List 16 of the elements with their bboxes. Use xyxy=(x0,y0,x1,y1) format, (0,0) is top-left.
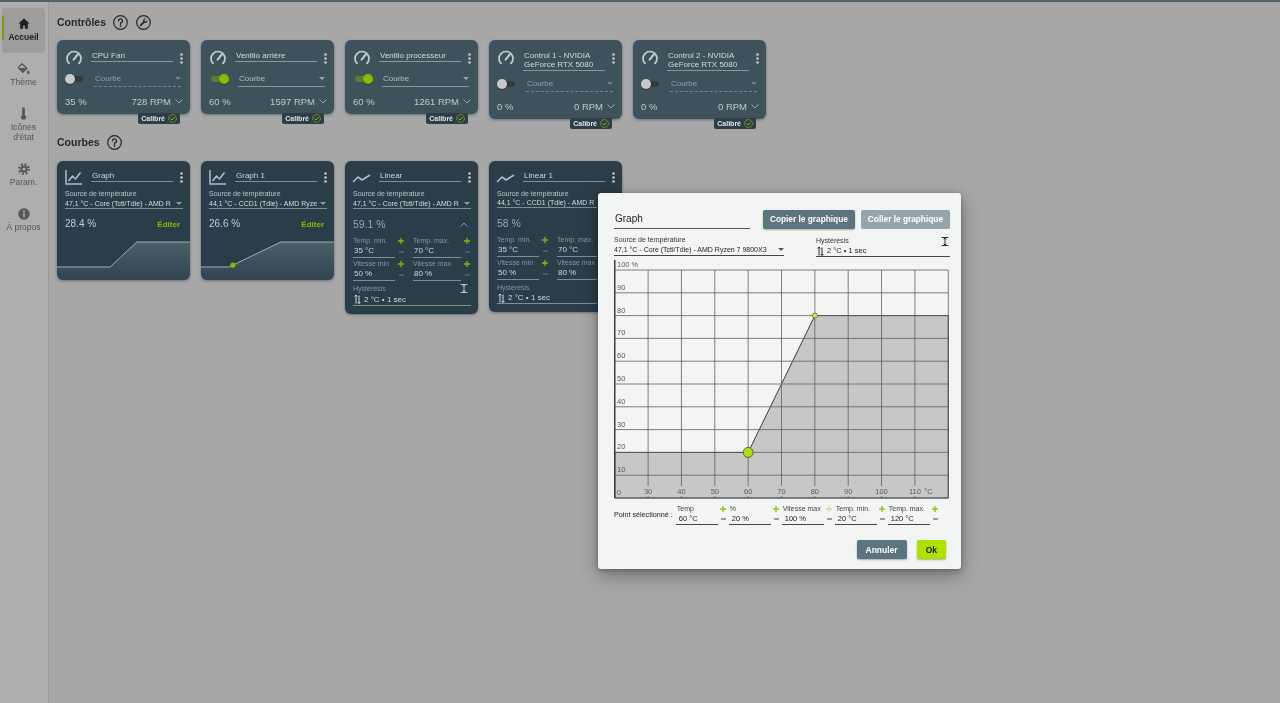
fan-rpm: 0 RPM xyxy=(717,100,747,112)
fan-rpm: 728 RPM xyxy=(131,95,171,107)
section-title: Courbes xyxy=(57,136,100,148)
output-value: 59.1 % xyxy=(353,218,387,230)
speed-percent: 0 % xyxy=(641,100,659,112)
speed-percent: 60 % xyxy=(353,95,376,107)
speed-percent: 60 % xyxy=(209,95,232,107)
fan-rpm: 1261 RPM xyxy=(414,95,459,107)
fan-rpm: 0 RPM xyxy=(573,100,603,112)
output-value: 28.4 % xyxy=(65,217,98,229)
speed-percent: 0 % xyxy=(497,100,515,112)
fan-rpm: 1597 RPM xyxy=(270,95,315,107)
speed-percent: 35 % xyxy=(65,95,88,107)
output-value: 58 % xyxy=(497,217,522,229)
section-title: Contrôles xyxy=(57,16,106,28)
output-value: 26.6 % xyxy=(209,217,242,229)
